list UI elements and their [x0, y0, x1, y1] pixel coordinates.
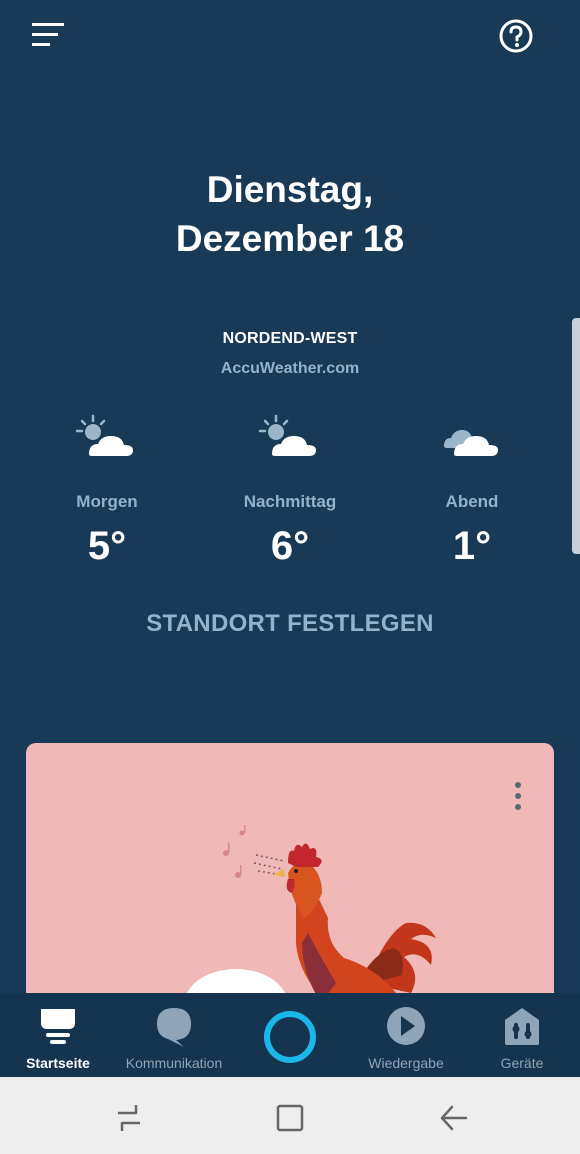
nav-label: Startseite	[26, 1055, 90, 1071]
forecast-temperature: 1°	[452, 524, 492, 568]
nav-label: Kommunikation	[125, 1055, 223, 1071]
scroll-indicator[interactable]	[572, 318, 580, 554]
back-arrow-icon[interactable]	[436, 1101, 470, 1135]
nav-play[interactable]: Wiedergabe	[356, 993, 456, 1077]
rooster-card[interactable]	[26, 743, 554, 1003]
rooster-illustration	[184, 825, 436, 1003]
partly-sunny-icon	[258, 414, 316, 456]
forecast-morning: Morgen 5°	[27, 410, 187, 569]
home-icon	[41, 1009, 75, 1044]
bottom-navigation: Startseite Kommunikation Wiedergabe Gerä…	[0, 993, 580, 1077]
nav-home[interactable]: Startseite	[8, 993, 108, 1077]
weather-provider-link[interactable]: AccuWeather.com	[0, 360, 580, 378]
hamburger-menu-icon[interactable]	[26, 18, 70, 54]
forecast-temperature: 6°	[270, 524, 310, 568]
nav-label: Wiedergabe	[368, 1055, 444, 1071]
forecast-temperature: 5°	[87, 524, 127, 568]
alexa-ring-icon	[264, 1011, 316, 1063]
devices-icon	[505, 1008, 539, 1045]
square-home-icon[interactable]	[273, 1101, 307, 1135]
cloudy-icon	[444, 430, 498, 456]
forecast-evening: Abend 1°	[392, 410, 552, 569]
recents-icon[interactable]	[112, 1101, 146, 1135]
weather-location: NORDEND-WEST	[222, 330, 358, 347]
partly-sunny-icon	[75, 414, 133, 456]
chat-bubble-icon	[157, 1008, 191, 1047]
nav-communication[interactable]: Kommunikation	[118, 993, 230, 1077]
date-day: Dezember 18	[175, 218, 405, 259]
nav-alexa[interactable]	[250, 993, 330, 1077]
nav-devices[interactable]: Geräte	[478, 993, 566, 1077]
system-navigation-bar	[0, 1077, 580, 1154]
help-circle-icon[interactable]	[496, 18, 536, 58]
play-icon	[387, 1007, 425, 1045]
forecast-afternoon: Nachmittag 6°	[210, 410, 370, 569]
date-weekday: Dienstag,	[206, 169, 374, 210]
top-bar	[0, 0, 580, 80]
forecast-period-label: Abend	[445, 492, 499, 511]
nav-label: Geräte	[500, 1055, 544, 1071]
date-heading: Dienstag, Dezember 18	[0, 165, 580, 263]
more-vertical-icon[interactable]	[506, 779, 530, 813]
music-notes	[223, 825, 246, 878]
forecast-period-label: Nachmittag	[243, 492, 337, 511]
forecast-period-label: Morgen	[76, 492, 138, 511]
set-location-button[interactable]: STANDORT FESTLEGEN	[0, 610, 580, 638]
